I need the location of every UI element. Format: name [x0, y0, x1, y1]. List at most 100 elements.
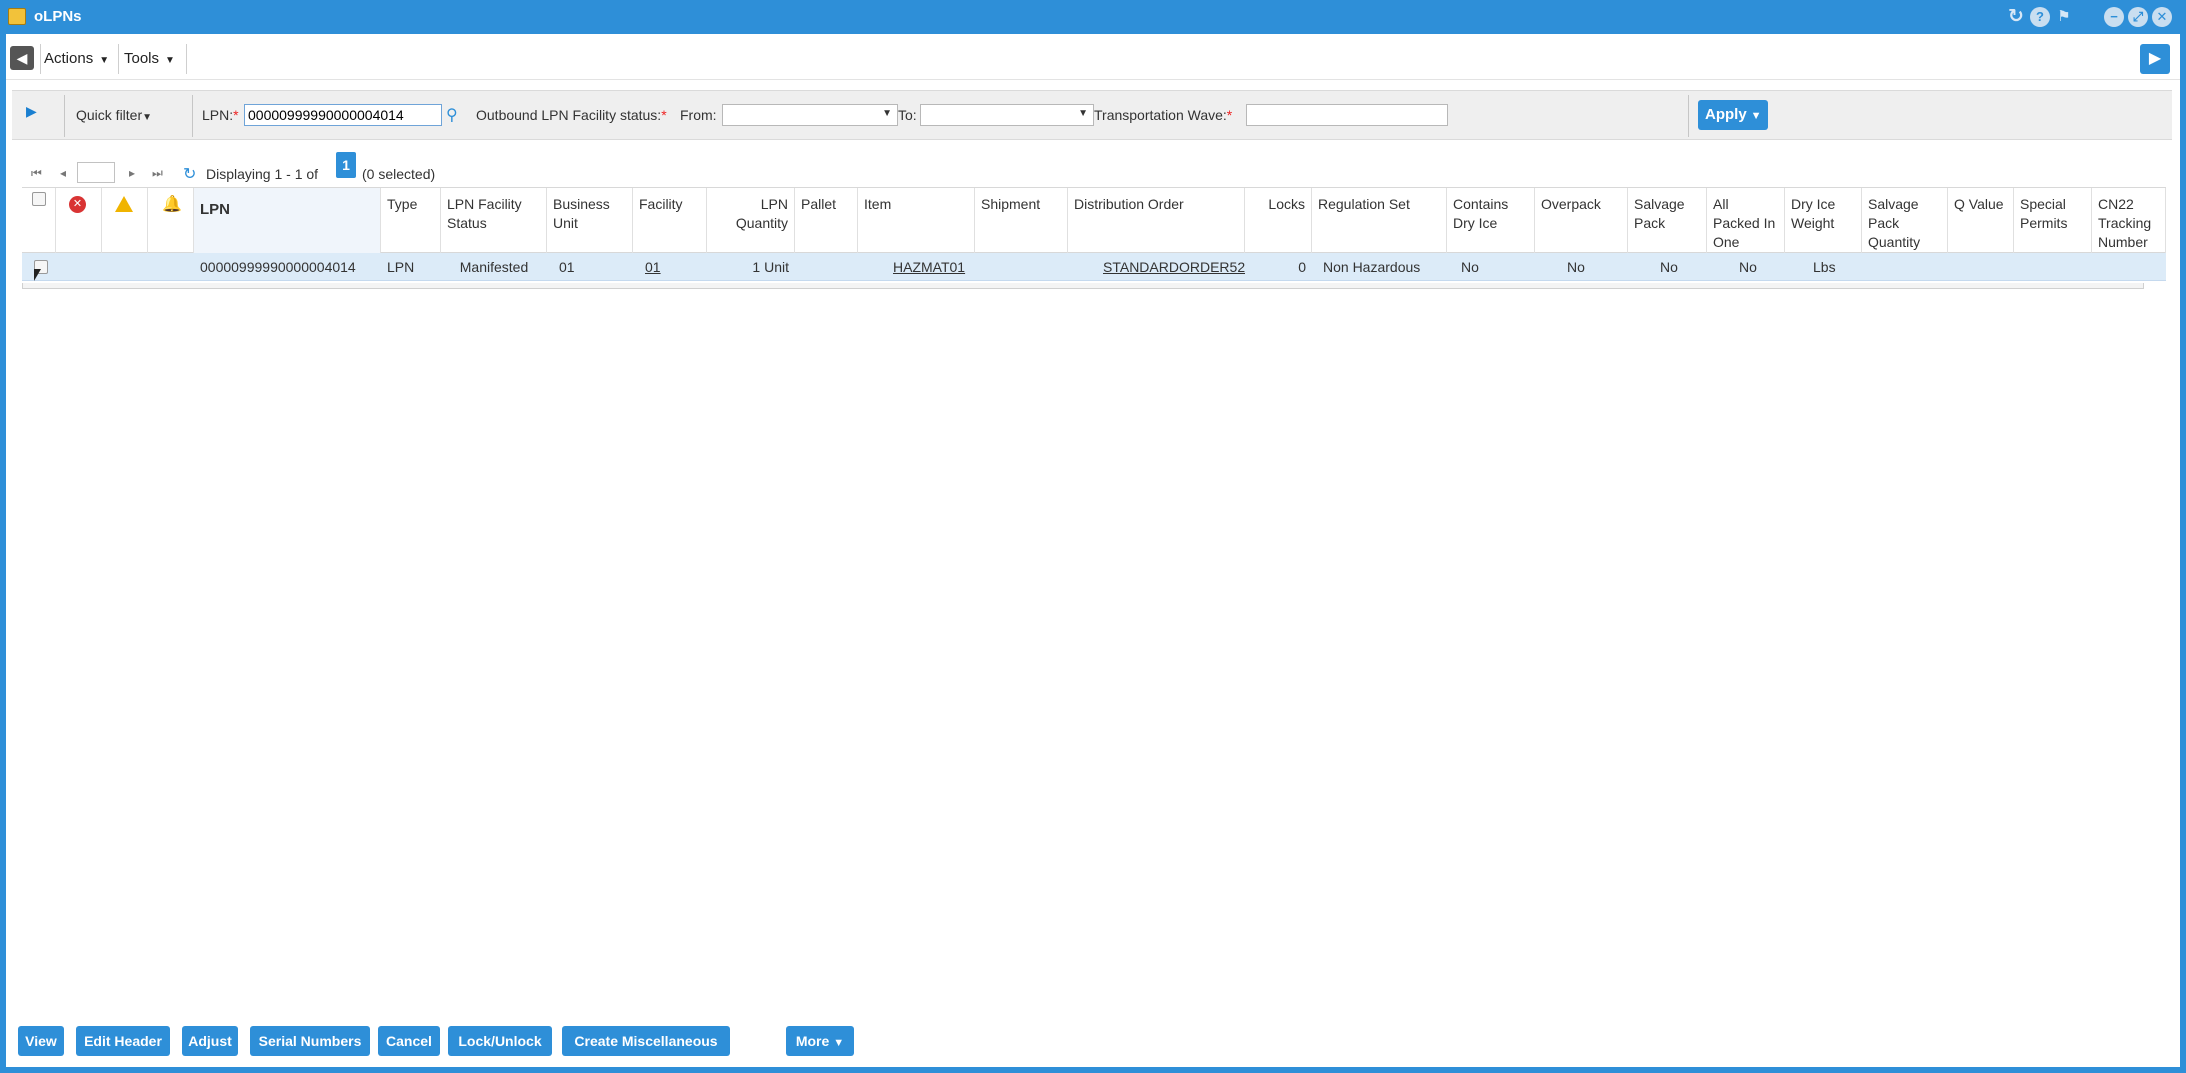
- cell-distribution-order: STANDARDORDER52: [1068, 253, 1245, 281]
- pin-icon[interactable]: ⚑: [2054, 7, 2074, 27]
- page-number-input[interactable]: [77, 162, 115, 183]
- previous-page-icon[interactable]: ◂: [60, 166, 66, 180]
- column-header-item[interactable]: Item: [858, 188, 975, 254]
- more-button-label: More: [795, 1033, 830, 1049]
- first-page-icon[interactable]: ⏮: [31, 166, 42, 181]
- column-header-salvage-pack-quantity[interactable]: Salvage Pack Quantity: [1862, 188, 1948, 254]
- window-frame-bottom: [0, 1067, 2186, 1073]
- window-title: oLPNs: [34, 8, 82, 25]
- column-header-regulation-set[interactable]: Regulation Set: [1312, 188, 1447, 254]
- cell-locks: 0: [1298, 259, 1306, 275]
- error-icon: ✕: [69, 196, 86, 213]
- maximize-icon[interactable]: ⤢: [2128, 7, 2148, 27]
- refresh-icon[interactable]: ↻: [183, 164, 196, 184]
- from-select[interactable]: ▼: [722, 104, 898, 126]
- pagination-bar: ⏮ ◂ ▸ ⏭ ↻ Displaying 1 - 1 of 1 (0 selec…: [28, 152, 528, 186]
- selected-count: (0 selected): [362, 166, 436, 182]
- warning-column: [102, 188, 148, 254]
- window-titlebar: oLPNs ↻ ? ⚑ − ⤢ ✕: [0, 0, 2186, 34]
- cell-pallet: [795, 253, 858, 281]
- chevron-down-icon: ▼: [142, 112, 153, 123]
- column-header-facility[interactable]: Facility: [633, 188, 707, 254]
- lpn-field-label: LPN:*: [202, 107, 239, 123]
- column-header-q-value[interactable]: Q Value: [1948, 188, 2014, 254]
- column-header-lpn[interactable]: LPN: [194, 188, 381, 254]
- back-button[interactable]: ◀: [10, 46, 34, 70]
- cancel-button[interactable]: Cancel: [378, 1026, 440, 1056]
- folder-icon: [8, 8, 26, 25]
- column-header-all-packed-in-one[interactable]: All Packed In One: [1707, 188, 1785, 254]
- cell-business-unit: 01: [559, 259, 575, 275]
- column-header-facility-status[interactable]: LPN Facility Status: [441, 188, 547, 254]
- cell-regulation-set: Non Hazardous: [1323, 259, 1421, 275]
- cell-all-packed-in-one: No: [1739, 259, 1757, 275]
- chevron-down-icon: ▼: [1078, 108, 1088, 119]
- quick-filter-label: Quick filter: [76, 107, 143, 123]
- menu-separator: [40, 44, 41, 74]
- edit-header-button[interactable]: Edit Header: [76, 1026, 170, 1056]
- distribution-order-link[interactable]: STANDARDORDER52: [1103, 259, 1245, 275]
- mouse-cursor-icon: [34, 269, 41, 281]
- tools-menu[interactable]: Tools ▼: [124, 50, 175, 67]
- column-header-business-unit[interactable]: Business Unit: [547, 188, 633, 254]
- close-icon[interactable]: ✕: [2152, 7, 2172, 27]
- next-page-icon[interactable]: ▸: [129, 166, 135, 180]
- column-header-special-permits[interactable]: Special Permits: [2014, 188, 2092, 254]
- lpn-label-text: LPN:: [202, 107, 234, 123]
- item-link[interactable]: HAZMAT01: [893, 259, 965, 275]
- serial-numbers-button[interactable]: Serial Numbers: [250, 1026, 370, 1056]
- column-header-pallet[interactable]: Pallet: [795, 188, 858, 254]
- column-header-distribution-order[interactable]: Distribution Order: [1068, 188, 1245, 254]
- expand-filter-icon[interactable]: ▶: [26, 103, 37, 120]
- column-header-type[interactable]: Type: [381, 188, 441, 254]
- menu-bar: ◀ Actions ▼ Tools ▼ ▶: [6, 38, 2180, 80]
- column-header-shipment[interactable]: Shipment: [975, 188, 1068, 254]
- chevron-down-icon: ▼: [165, 55, 175, 66]
- column-header-overpack[interactable]: Overpack: [1535, 188, 1628, 254]
- horizontal-scrollbar[interactable]: [22, 283, 2144, 289]
- last-page-icon[interactable]: ⏭: [152, 166, 163, 181]
- chevron-down-icon: ▼: [833, 1037, 845, 1049]
- refresh-icon[interactable]: ↻: [2006, 7, 2026, 27]
- cell-dry-ice-weight: Lbs: [1813, 259, 1836, 275]
- chevron-down-icon: ▼: [882, 108, 892, 119]
- view-button[interactable]: View: [18, 1026, 64, 1056]
- cell-quantity: 1 Unit: [752, 259, 789, 275]
- page-number-badge[interactable]: 1: [336, 152, 356, 178]
- actions-menu[interactable]: Actions ▼: [44, 50, 109, 67]
- column-header-locks[interactable]: Locks: [1245, 188, 1312, 254]
- cell-item: HAZMAT01: [858, 253, 975, 281]
- transportation-wave-input[interactable]: [1246, 104, 1448, 126]
- column-header-salvage-pack[interactable]: Salvage Pack: [1628, 188, 1707, 254]
- column-header-cn22-tracking[interactable]: CN22 Tracking Number: [2092, 188, 2166, 254]
- quick-filter-dropdown[interactable]: Quick filter▼: [76, 107, 152, 123]
- help-icon[interactable]: ?: [2030, 7, 2050, 27]
- cell-special-permits: [2014, 253, 2092, 281]
- create-miscellaneous-button[interactable]: Create Miscellaneous: [562, 1026, 730, 1056]
- menu-separator: [186, 44, 187, 74]
- cell-facility: 01: [633, 253, 707, 281]
- select-all-checkbox[interactable]: [32, 192, 46, 206]
- filter-bar: ▶ Quick filter▼ LPN:* ⚲ Outbound LPN Fac…: [12, 90, 2172, 140]
- column-header-dry-ice-weight[interactable]: Dry Ice Weight: [1785, 188, 1862, 254]
- facility-link[interactable]: 01: [645, 259, 661, 275]
- search-icon[interactable]: ⚲: [446, 105, 458, 125]
- adjust-button[interactable]: Adjust: [182, 1026, 238, 1056]
- column-header-contains-dry-ice[interactable]: Contains Dry Ice: [1447, 188, 1535, 254]
- minimize-icon[interactable]: −: [2104, 7, 2124, 27]
- apply-button[interactable]: Apply ▼: [1698, 100, 1768, 130]
- column-header-lpn-quantity[interactable]: LPN Quantity: [707, 188, 795, 254]
- to-label: To:: [898, 107, 917, 123]
- chevron-down-icon: ▼: [99, 55, 110, 66]
- tools-menu-label: Tools: [124, 50, 160, 67]
- filter-separator: [64, 95, 65, 137]
- table-row[interactable]: 00000999990000004014 LPN Manifested 01 0…: [22, 253, 2166, 281]
- to-select[interactable]: ▼: [920, 104, 1094, 126]
- lock-unlock-button[interactable]: Lock/Unlock: [448, 1026, 552, 1056]
- forward-button[interactable]: ▶: [2140, 44, 2170, 74]
- more-button[interactable]: More ▼: [786, 1026, 854, 1056]
- cell-type: LPN: [387, 259, 415, 275]
- lpn-input[interactable]: [244, 104, 442, 126]
- bell-icon: 🔔: [162, 196, 182, 213]
- cell-salvage-pack-quantity: [1862, 253, 1948, 281]
